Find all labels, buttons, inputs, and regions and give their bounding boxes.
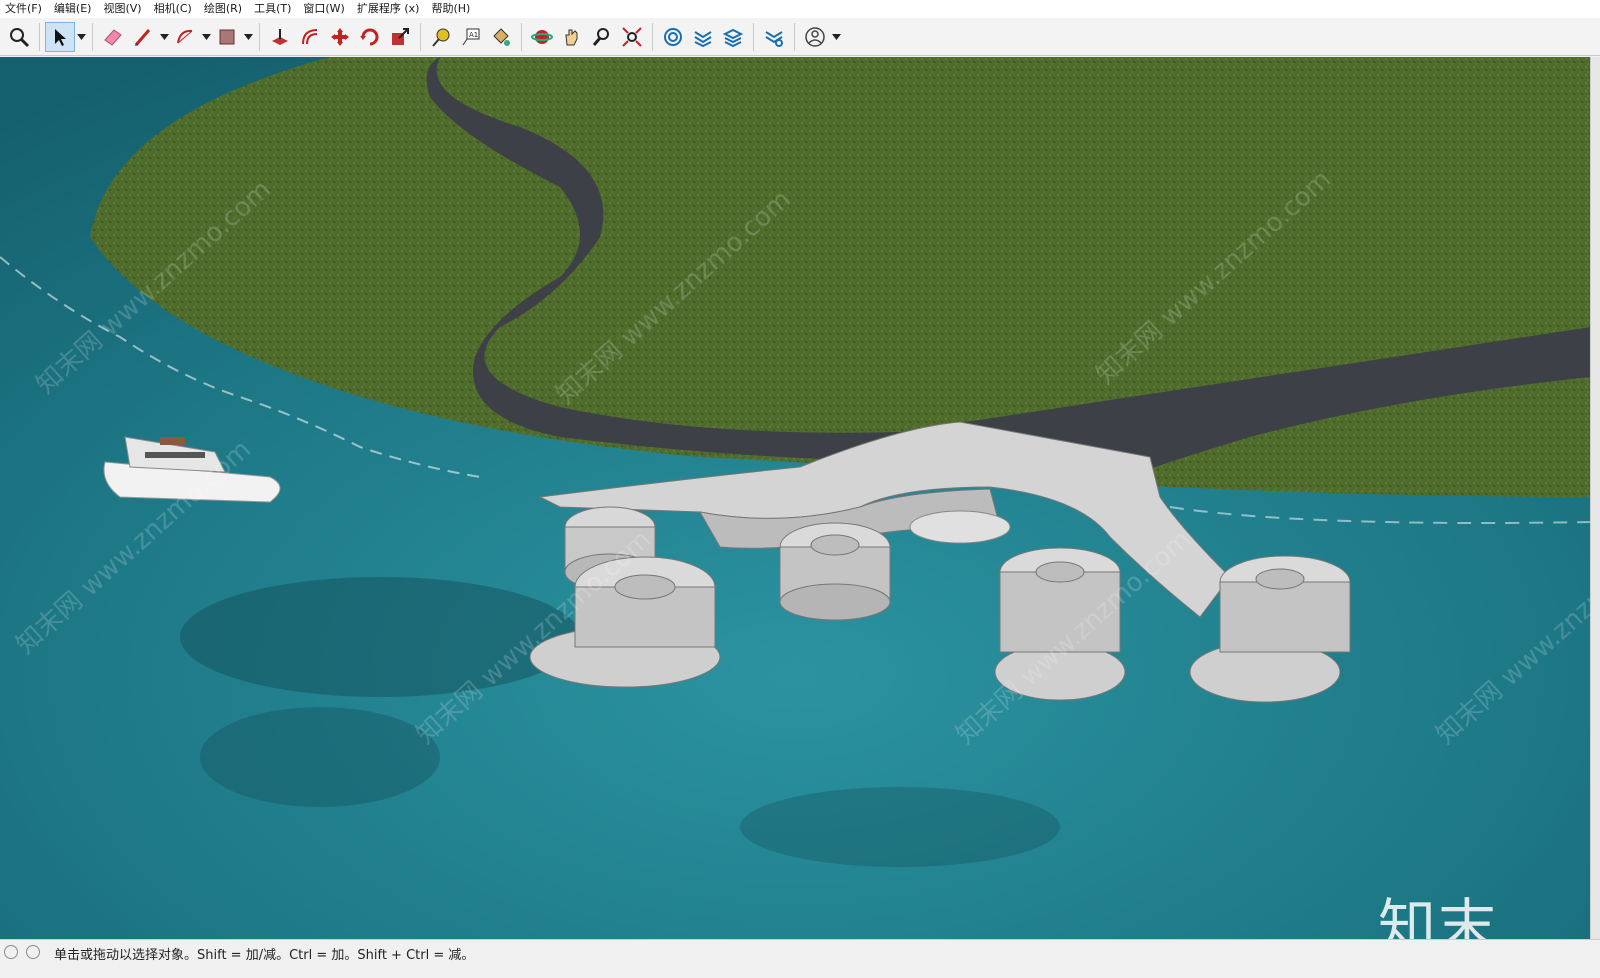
toolbar-separator — [39, 22, 40, 51]
menu-item[interactable]: 编辑(E) — [49, 0, 99, 18]
info-icon[interactable] — [26, 945, 40, 959]
watermark-logo: 知末 — [1378, 892, 1499, 939]
paint-bucket-icon[interactable] — [486, 22, 516, 52]
shape-rectangle-icon[interactable] — [212, 22, 242, 52]
arc-dropdown-icon[interactable] — [200, 22, 212, 52]
push-pull-icon[interactable] — [265, 22, 295, 52]
scale-icon[interactable] — [385, 22, 415, 52]
toolbar-separator — [92, 22, 93, 51]
menu-item[interactable]: 文件(F) — [0, 0, 49, 18]
3d-viewport[interactable]: 知末网 www.znzmo.com 知末网 www.znzmo.com 知末网 … — [0, 57, 1591, 939]
eraser-icon[interactable] — [98, 22, 128, 52]
main-toolbar: A1 — [0, 18, 1600, 56]
extension-warehouse-icon[interactable] — [688, 22, 718, 52]
layout-icon[interactable] — [718, 22, 748, 52]
water-shadow — [200, 707, 440, 807]
water-shadow — [740, 787, 1060, 867]
menu-item[interactable]: 扩展程序 (x) — [352, 0, 427, 18]
zoom-icon[interactable] — [4, 22, 34, 52]
toolbar-separator — [753, 22, 754, 51]
orbit-icon[interactable] — [527, 22, 557, 52]
extension-manager-icon[interactable] — [759, 22, 789, 52]
toolbar-separator — [521, 22, 522, 51]
toolbar-separator — [259, 22, 260, 51]
status-bar: 单击或拖动以选择对象。Shift = 加/减。Ctrl = 加。Shift + … — [0, 939, 1600, 978]
menu-item[interactable]: 绘图(R) — [199, 0, 249, 18]
account-dropdown-icon[interactable] — [830, 22, 842, 52]
pencil-line-icon[interactable] — [128, 22, 158, 52]
shape-dropdown-icon[interactable] — [242, 22, 254, 52]
account-icon[interactable] — [800, 22, 830, 52]
zoom-tool-icon[interactable] — [587, 22, 617, 52]
pod-3 — [779, 522, 891, 621]
menu-item[interactable]: 工具(T) — [249, 0, 298, 18]
toolbar-separator — [794, 22, 795, 51]
menu-item[interactable]: 相机(C) — [149, 0, 199, 18]
pan-icon[interactable] — [557, 22, 587, 52]
text-label-icon[interactable]: A1 — [456, 22, 486, 52]
vertical-scrollbar[interactable] — [1590, 57, 1600, 939]
geo-location-icon[interactable] — [4, 945, 18, 959]
offset-icon[interactable] — [295, 22, 325, 52]
pencil-dropdown-icon[interactable] — [158, 22, 170, 52]
menu-item[interactable]: 视图(V) — [98, 0, 148, 18]
toolbar-separator — [420, 22, 421, 51]
toolbar-separator — [652, 22, 653, 51]
select-dropdown-icon[interactable] — [75, 22, 87, 52]
select-icon[interactable] — [45, 21, 75, 52]
rotate-icon[interactable] — [355, 22, 385, 52]
menu-bar: 文件(F) 编辑(E) 视图(V) 相机(C) 绘图(R) 工具(T) 窗口(W) 扩展程序 … — [0, 0, 1600, 18]
menu-item[interactable]: 帮助(H) — [426, 0, 477, 18]
status-hint: 单击或拖动以选择对象。Shift = 加/减。Ctrl = 加。Shift + … — [54, 948, 475, 963]
arc-icon[interactable] — [170, 22, 200, 52]
warehouse-icon[interactable] — [658, 22, 688, 52]
zoom-extents-icon[interactable] — [617, 22, 647, 52]
menu-item[interactable]: 窗口(W) — [298, 0, 351, 18]
tape-measure-icon[interactable] — [426, 22, 456, 52]
svg-text:A1: A1 — [469, 31, 478, 39]
move-icon[interactable] — [325, 22, 355, 52]
